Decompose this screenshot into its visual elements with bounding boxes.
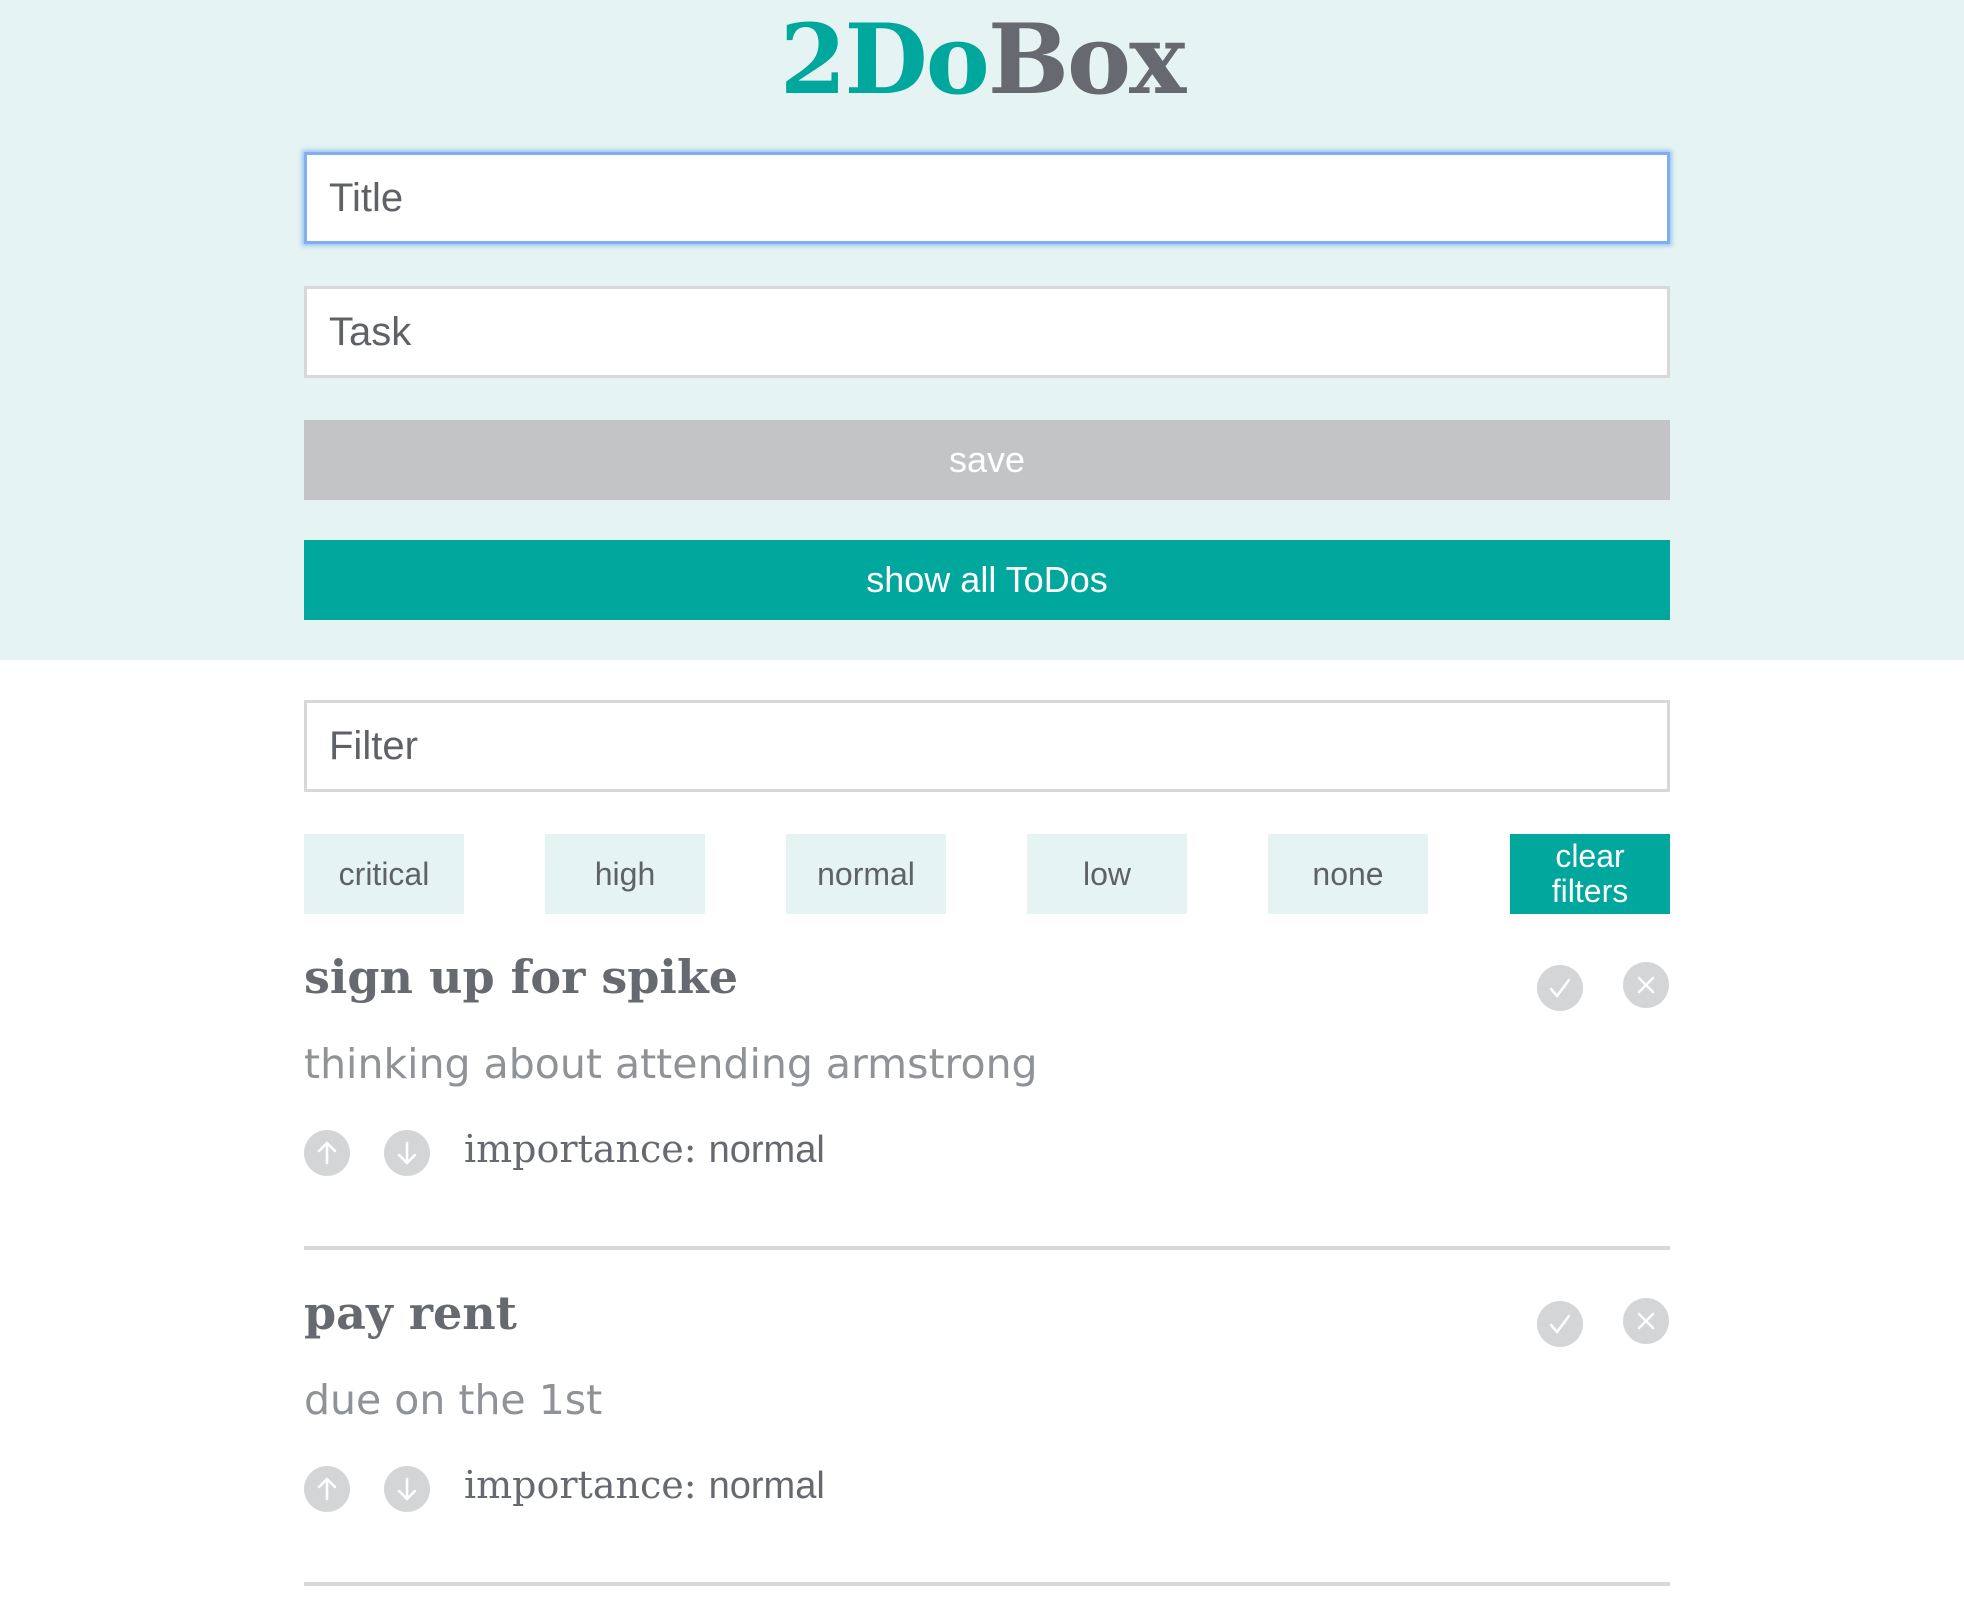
todo-card: sign up for spike thinking about attendi… bbox=[304, 950, 1670, 1250]
delete-x-icon[interactable] bbox=[1623, 962, 1669, 1008]
importance-value: normal bbox=[708, 1465, 825, 1507]
importance-key: importance: bbox=[464, 1127, 697, 1171]
clear-filters-label-line2: filters bbox=[1551, 873, 1629, 909]
importance-label: importance: normal bbox=[464, 1463, 825, 1508]
complete-check-icon[interactable] bbox=[1537, 1301, 1583, 1347]
importance-label: importance: normal bbox=[464, 1127, 825, 1172]
filter-normal-button[interactable]: normal bbox=[786, 834, 946, 914]
logo-part-2do: 2Do bbox=[779, 3, 990, 116]
todo-title[interactable]: sign up for spike bbox=[304, 950, 738, 1004]
todo-card: pay rent due on the 1st importance: norm… bbox=[304, 1286, 1670, 1586]
importance-key: importance: bbox=[464, 1463, 697, 1507]
todo-body[interactable]: due on the 1st bbox=[304, 1376, 602, 1424]
upvote-arrow-icon[interactable] bbox=[304, 1466, 350, 1512]
title-input[interactable] bbox=[304, 152, 1670, 244]
todo-body[interactable]: thinking about attending armstrong bbox=[304, 1040, 1038, 1088]
importance-value: normal bbox=[708, 1129, 825, 1171]
clear-filters-button[interactable]: clear filters bbox=[1510, 834, 1670, 914]
todo-title[interactable]: pay rent bbox=[304, 1286, 517, 1340]
filter-none-button[interactable]: none bbox=[1268, 834, 1428, 914]
delete-x-icon[interactable] bbox=[1623, 1298, 1669, 1344]
upvote-arrow-icon[interactable] bbox=[304, 1130, 350, 1176]
complete-check-icon[interactable] bbox=[1537, 965, 1583, 1011]
filter-input[interactable] bbox=[304, 700, 1670, 792]
filter-low-button[interactable]: low bbox=[1027, 834, 1187, 914]
downvote-arrow-icon[interactable] bbox=[384, 1130, 430, 1176]
todo-divider bbox=[304, 1246, 1670, 1250]
app-logo: 2DoBox bbox=[0, 0, 1964, 130]
filter-high-button[interactable]: high bbox=[545, 834, 705, 914]
save-button[interactable]: save bbox=[304, 420, 1670, 500]
filter-critical-button[interactable]: critical bbox=[304, 834, 464, 914]
todo-divider bbox=[304, 1582, 1670, 1586]
show-all-todos-button[interactable]: show all ToDos bbox=[304, 540, 1670, 620]
task-input[interactable] bbox=[304, 286, 1670, 378]
downvote-arrow-icon[interactable] bbox=[384, 1466, 430, 1512]
logo-part-box: Box bbox=[987, 3, 1186, 116]
clear-filters-label-line1: clear bbox=[1555, 838, 1625, 874]
